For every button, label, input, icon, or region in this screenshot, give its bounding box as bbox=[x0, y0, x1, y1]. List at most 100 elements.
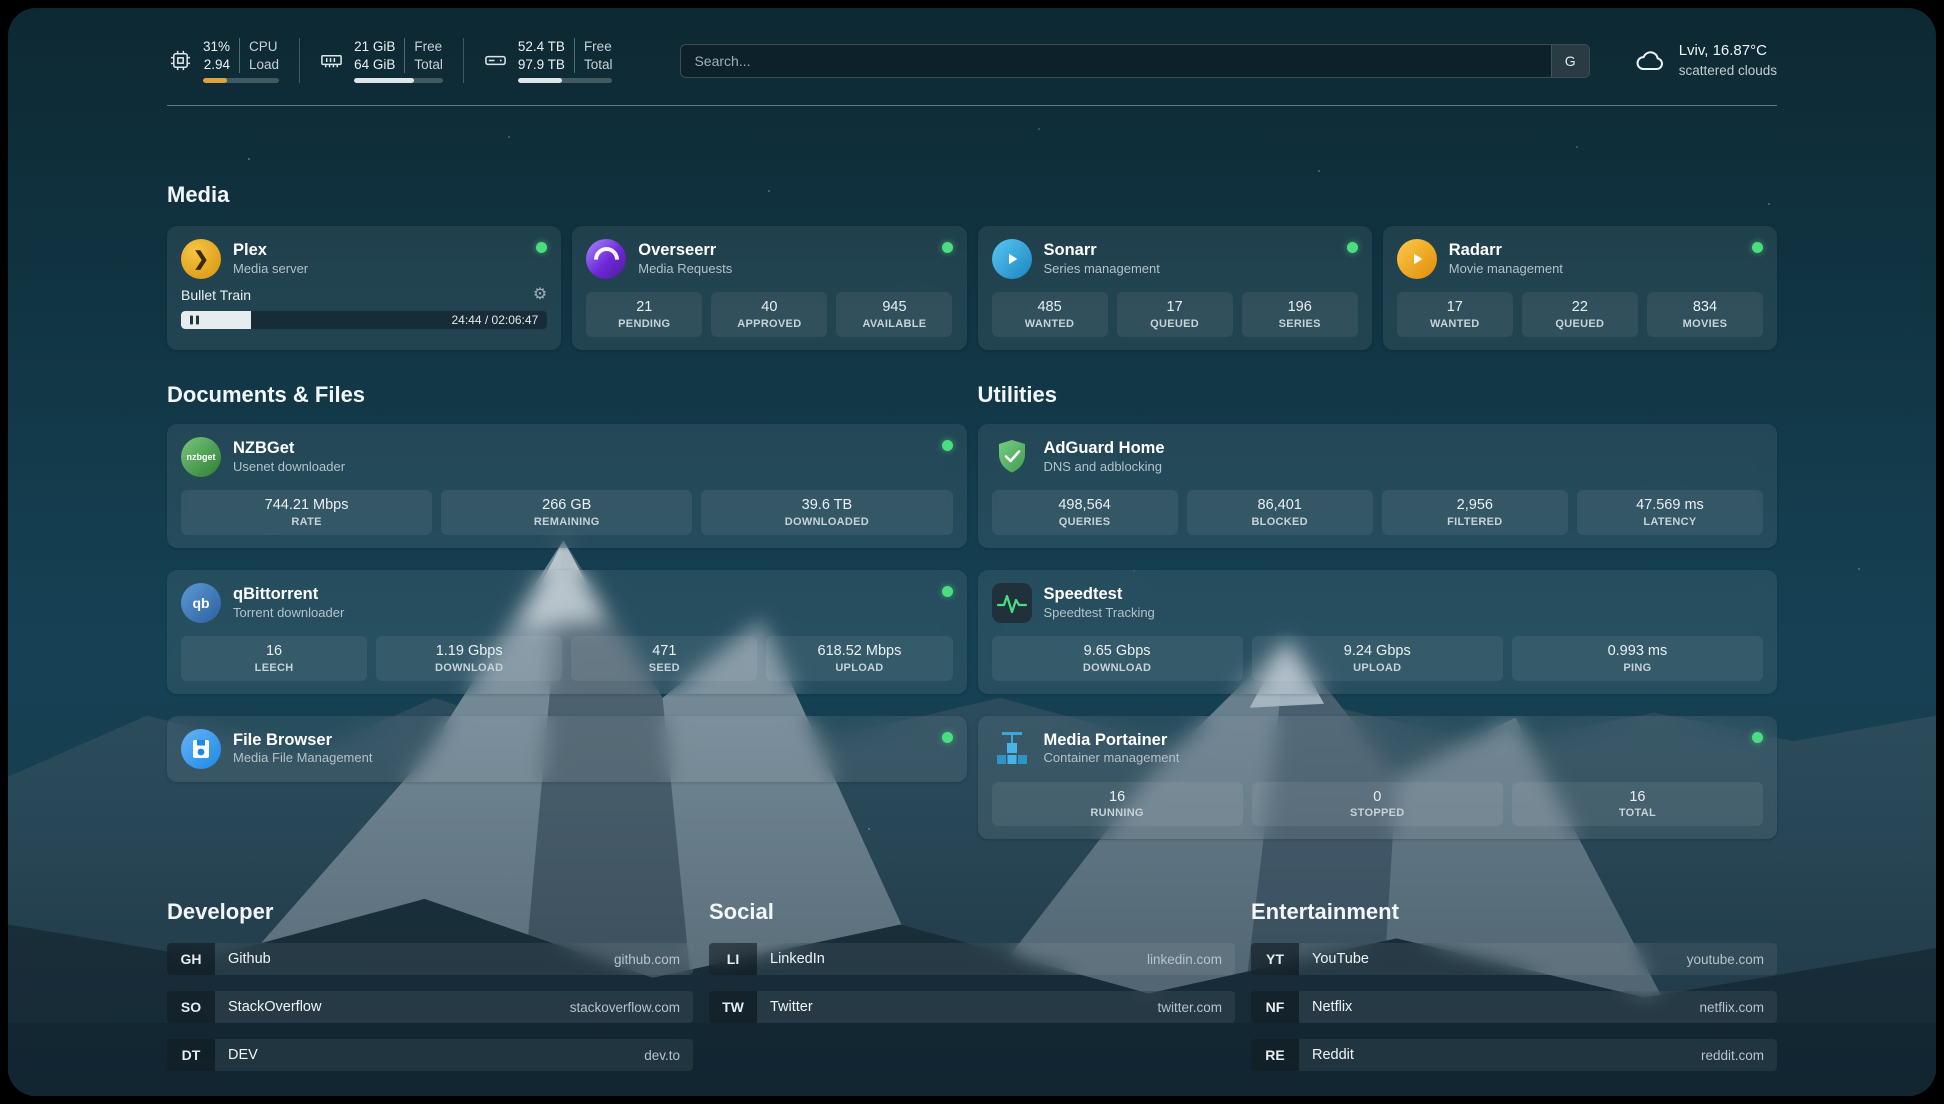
disk-icon bbox=[484, 49, 507, 72]
memory-total-value: 64 GiB bbox=[354, 56, 395, 74]
section-title-developer: Developer bbox=[167, 899, 693, 925]
bookmark-dev[interactable]: DT DEV dev.to bbox=[167, 1039, 693, 1071]
bookmark-reddit[interactable]: RE Reddit reddit.com bbox=[1251, 1039, 1777, 1071]
bookmark-group-entertainment: Entertainment YT YouTube youtube.com NF … bbox=[1251, 899, 1777, 1087]
status-dot bbox=[536, 242, 547, 253]
service-subtitle: Media server bbox=[233, 261, 308, 278]
bookmark-name: Reddit bbox=[1299, 1047, 1354, 1063]
bookmark-abbr: SO bbox=[167, 991, 215, 1023]
disk-widget: 52.4 TB 97.9 TB Free Total bbox=[463, 38, 633, 83]
top-bar: 31% 2.94 CPU Load bbox=[167, 38, 1777, 83]
settings-gear-icon[interactable]: ⚙ bbox=[533, 287, 547, 303]
stat-pending: 21 PENDING bbox=[586, 292, 702, 337]
bookmark-abbr: LI bbox=[709, 943, 757, 975]
disk-free-value: 52.4 TB bbox=[518, 38, 565, 56]
bookmark-abbr: DT bbox=[167, 1039, 215, 1071]
status-dot bbox=[942, 586, 953, 597]
status-dot bbox=[942, 242, 953, 253]
column-divider bbox=[574, 38, 575, 73]
status-dot bbox=[1752, 242, 1763, 253]
status-dot bbox=[942, 440, 953, 451]
bookmark-name: DEV bbox=[215, 1047, 258, 1063]
documents-column: Documents & Files nzbget NZBGet Usenet d… bbox=[167, 382, 967, 782]
bookmark-netflix[interactable]: NF Netflix netflix.com bbox=[1251, 991, 1777, 1023]
overseerr-icon bbox=[586, 239, 626, 279]
section-title-media: Media bbox=[167, 182, 1777, 208]
cpu-usage-value: 31% bbox=[203, 38, 230, 56]
bookmark-youtube[interactable]: YT YouTube youtube.com bbox=[1251, 943, 1777, 975]
search-provider-button[interactable]: G bbox=[1551, 45, 1589, 77]
stat-movies: 834 MOVIES bbox=[1647, 292, 1763, 337]
bookmark-linkedin[interactable]: LI LinkedIn linkedin.com bbox=[709, 943, 1235, 975]
disk-usage-bar bbox=[518, 78, 613, 83]
bookmarks-section: Developer GH Github github.com SO StackO… bbox=[167, 899, 1777, 1087]
stat-remaining: 266 GB REMAINING bbox=[441, 490, 692, 535]
cpu-icon bbox=[169, 49, 192, 72]
service-subtitle: Speedtest Tracking bbox=[1044, 605, 1155, 622]
bookmark-domain: linkedin.com bbox=[1147, 952, 1235, 967]
service-name: Speedtest bbox=[1044, 584, 1155, 605]
section-title-entertainment: Entertainment bbox=[1251, 899, 1777, 925]
qbittorrent-card[interactable]: qb qBittorrent Torrent downloader 16 LEE… bbox=[167, 570, 967, 694]
radarr-card[interactable]: Radarr Movie management 17 WANTED 22 QUE… bbox=[1383, 226, 1777, 350]
bookmark-abbr: GH bbox=[167, 943, 215, 975]
playback-progress-bar[interactable]: 24:44 / 02:06:47 bbox=[181, 311, 547, 329]
portainer-card[interactable]: Media Portainer Container management 16 … bbox=[978, 716, 1778, 840]
cpu-widget: 31% 2.94 CPU Load bbox=[167, 38, 299, 83]
portainer-icon bbox=[992, 729, 1032, 769]
service-subtitle: Media File Management bbox=[233, 750, 372, 767]
bookmark-domain: github.com bbox=[614, 952, 693, 967]
service-subtitle: Movie management bbox=[1449, 261, 1563, 278]
service-name: AdGuard Home bbox=[1044, 438, 1165, 459]
bookmark-group-social: Social LI LinkedIn linkedin.com TW Twitt… bbox=[709, 899, 1235, 1087]
stat-downloaded: 39.6 TB DOWNLOADED bbox=[701, 490, 952, 535]
memory-free-value: 21 GiB bbox=[354, 38, 395, 56]
memory-icon bbox=[320, 49, 343, 72]
bookmark-group-developer: Developer GH Github github.com SO StackO… bbox=[167, 899, 693, 1087]
cpu-usage-bar bbox=[203, 78, 279, 83]
overseerr-card[interactable]: Overseerr Media Requests 21 PENDING 40 A… bbox=[572, 226, 966, 350]
bookmark-github[interactable]: GH Github github.com bbox=[167, 943, 693, 975]
service-name: Plex bbox=[233, 240, 308, 261]
stat-ping: 0.993 ms PING bbox=[1512, 636, 1763, 681]
memory-usage-bar bbox=[354, 78, 443, 83]
pause-button[interactable] bbox=[190, 316, 199, 325]
stat-running: 16 RUNNING bbox=[992, 782, 1243, 827]
stat-upload: 9.24 Gbps UPLOAD bbox=[1252, 636, 1503, 681]
bookmark-domain: stackoverflow.com bbox=[570, 1000, 693, 1015]
bookmark-name: StackOverflow bbox=[215, 999, 321, 1015]
stat-stopped: 0 STOPPED bbox=[1252, 782, 1503, 827]
search-bar: G bbox=[680, 44, 1589, 78]
bookmark-name: Github bbox=[215, 951, 271, 967]
nzbget-icon: nzbget bbox=[181, 437, 221, 477]
stat-queued: 22 QUEUED bbox=[1522, 292, 1638, 337]
weather-location: Lviv, 16.87°C bbox=[1679, 41, 1777, 61]
weather-widget[interactable]: Lviv, 16.87°C scattered clouds bbox=[1634, 41, 1777, 79]
nzbget-card[interactable]: nzbget NZBGet Usenet downloader 744.21 M… bbox=[167, 424, 967, 548]
radarr-icon bbox=[1397, 239, 1437, 279]
bookmark-stackoverflow[interactable]: SO StackOverflow stackoverflow.com bbox=[167, 991, 693, 1023]
bookmark-domain: twitter.com bbox=[1157, 1000, 1235, 1015]
bookmark-twitter[interactable]: TW Twitter twitter.com bbox=[709, 991, 1235, 1023]
service-subtitle: DNS and adblocking bbox=[1044, 459, 1165, 476]
stat-download: 9.65 Gbps DOWNLOAD bbox=[992, 636, 1243, 681]
plex-card[interactable]: ❯ Plex Media server Bullet Train ⚙ 24:44… bbox=[167, 226, 561, 350]
sonarr-card[interactable]: Sonarr Series management 485 WANTED 17 Q… bbox=[978, 226, 1372, 350]
filebrowser-icon bbox=[181, 729, 221, 769]
now-playing-title: Bullet Train bbox=[181, 287, 251, 303]
search-input[interactable] bbox=[681, 45, 1550, 77]
qbittorrent-icon: qb bbox=[181, 583, 221, 623]
speedtest-icon bbox=[992, 583, 1032, 623]
service-subtitle: Series management bbox=[1044, 261, 1160, 278]
service-name: Overseerr bbox=[638, 240, 732, 261]
section-title-documents: Documents & Files bbox=[167, 382, 967, 408]
stat-leech: 16 LEECH bbox=[181, 636, 367, 681]
weather-condition: scattered clouds bbox=[1679, 62, 1777, 80]
service-subtitle: Media Requests bbox=[638, 261, 732, 278]
adguard-card[interactable]: AdGuard Home DNS and adblocking 498,564 … bbox=[978, 424, 1778, 548]
cpu-load-value: 2.94 bbox=[204, 56, 230, 74]
filebrowser-card[interactable]: File Browser Media File Management bbox=[167, 716, 967, 782]
speedtest-card[interactable]: Speedtest Speedtest Tracking 9.65 Gbps D… bbox=[978, 570, 1778, 694]
dashboard: 31% 2.94 CPU Load bbox=[8, 8, 1936, 1096]
bookmark-domain: dev.to bbox=[644, 1048, 693, 1063]
